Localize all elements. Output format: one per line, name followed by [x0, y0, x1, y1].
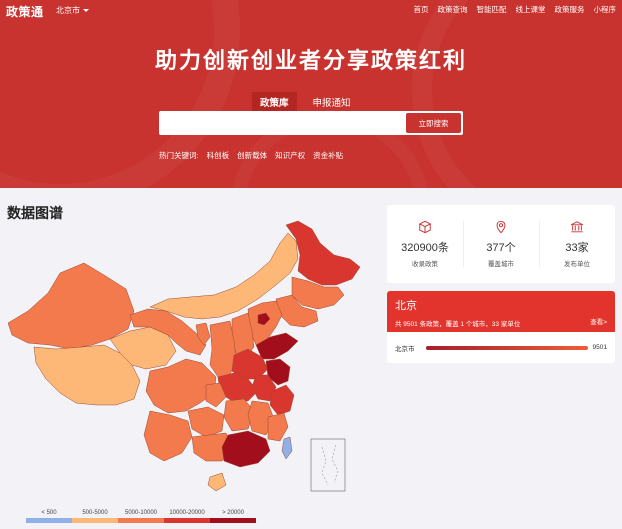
- stat-caption: 收录政策: [412, 261, 438, 268]
- legend-item[interactable]: 5000-10000: [118, 510, 164, 523]
- hot-keyword[interactable]: 创新载体: [237, 150, 267, 161]
- region-summary: 共 9501 条政策，覆盖 1 个城市，33 家单位: [395, 321, 521, 328]
- bank-building-icon: [570, 221, 584, 233]
- map-region-hainan[interactable]: [207, 472, 227, 492]
- map-svg: [7, 220, 361, 492]
- map-region-guangdong[interactable]: [221, 430, 271, 468]
- search-tabs: 政策库 申报通知: [252, 92, 359, 116]
- map-legend: < 500 500-5000 5000-10000 10000-20000 > …: [26, 510, 256, 523]
- legend-swatch: [164, 518, 210, 523]
- decorative-ring: [412, 0, 622, 188]
- legend-label: < 500: [41, 510, 57, 516]
- legend-item[interactable]: 10000-20000: [164, 510, 210, 523]
- location-pin-icon: [496, 220, 506, 234]
- search-input[interactable]: [159, 111, 404, 135]
- city-bar-fill: [426, 345, 588, 350]
- region-city-row[interactable]: 北京市 9501: [387, 332, 615, 363]
- hot-keywords-label: 热门关键词:: [159, 151, 199, 160]
- page-headline: 助力创新创业者分享政策红利: [154, 48, 467, 73]
- map-region-yunnan[interactable]: [143, 410, 193, 462]
- search-box: 立即搜索: [159, 111, 463, 135]
- view-more-link[interactable]: 查看>: [590, 316, 607, 326]
- china-choropleth-map: [0, 215, 380, 505]
- search-button[interactable]: 立即搜索: [406, 113, 461, 133]
- stat-value: 33家: [565, 242, 589, 254]
- map-region-fujian[interactable]: [267, 412, 289, 442]
- region-card-header: 北京 共 9501 条政策，覆盖 1 个城市，33 家单位 查看>: [387, 291, 615, 332]
- map-region-guizhou[interactable]: [187, 406, 225, 438]
- city-name: 北京市: [395, 345, 415, 353]
- region-card: 北京 共 9501 条政策，覆盖 1 个城市，33 家单位 查看> 北京市 95…: [387, 291, 615, 363]
- cube-icon: [419, 220, 431, 234]
- stat-policies: 320900条 收录政策: [387, 205, 463, 283]
- hot-keyword[interactable]: 资金补贴: [313, 150, 343, 161]
- city-bar: [426, 345, 588, 350]
- city-count: 9501: [592, 344, 607, 351]
- hot-keywords: 热门关键词: 科创板 创新载体 知识产权 资金补贴: [159, 150, 343, 161]
- legend-item[interactable]: < 500: [26, 510, 72, 523]
- stat-cities: 377个 覆盖城市: [463, 205, 539, 283]
- legend-label: > 20000: [222, 510, 244, 516]
- region-name: 北京: [395, 300, 417, 312]
- stats-card: 320900条 收录政策 377个 覆盖城市 33家 发布单位: [387, 205, 615, 283]
- nav-item-home[interactable]: 首页: [414, 4, 429, 15]
- caret-down-icon: [83, 9, 89, 12]
- south-china-sea-inset: [310, 438, 346, 492]
- stat-caption: 覆盖城市: [488, 261, 514, 268]
- stat-caption: 发布单位: [564, 261, 590, 268]
- legend-swatch: [26, 518, 72, 523]
- stat-value: 320900条: [401, 242, 449, 254]
- logo[interactable]: 政策通: [6, 3, 44, 20]
- map-region-xinjiang[interactable]: [7, 262, 135, 350]
- nav-item-policy-service[interactable]: 政策服务: [555, 4, 585, 15]
- legend-swatch: [72, 518, 118, 523]
- hero-banner: 政策通 北京市 首页 政策查询 智能匹配 线上课堂 政策服务 小程序 助力创新创…: [0, 0, 622, 188]
- nav-item-smart-match[interactable]: 智能匹配: [477, 4, 507, 15]
- city-selector-label: 北京市: [56, 6, 80, 15]
- legend-swatch: [118, 518, 164, 523]
- legend-label: 500-5000: [82, 510, 108, 516]
- legend-item[interactable]: 500-5000: [72, 510, 118, 523]
- legend-label: 5000-10000: [124, 510, 158, 516]
- city-selector[interactable]: 北京市: [56, 5, 89, 16]
- nav-item-mini-program[interactable]: 小程序: [594, 4, 617, 15]
- tab-notices[interactable]: 申报通知: [305, 92, 359, 112]
- tab-policy-library[interactable]: 政策库: [252, 92, 297, 116]
- legend-swatch: [210, 518, 256, 523]
- nav-item-online-class[interactable]: 线上课堂: [516, 4, 546, 15]
- top-nav: 首页 政策查询 智能匹配 线上课堂 政策服务 小程序: [414, 4, 617, 15]
- stat-publishers: 33家 发布单位: [539, 205, 615, 283]
- hot-keyword[interactable]: 知识产权: [275, 150, 305, 161]
- nav-item-policy-search[interactable]: 政策查询: [438, 4, 468, 15]
- stat-value: 377个: [486, 242, 516, 254]
- legend-label: 10000-20000: [169, 510, 205, 516]
- legend-item[interactable]: > 20000: [210, 510, 256, 523]
- hot-keyword[interactable]: 科创板: [207, 150, 230, 161]
- map-region-taiwan[interactable]: [281, 436, 293, 460]
